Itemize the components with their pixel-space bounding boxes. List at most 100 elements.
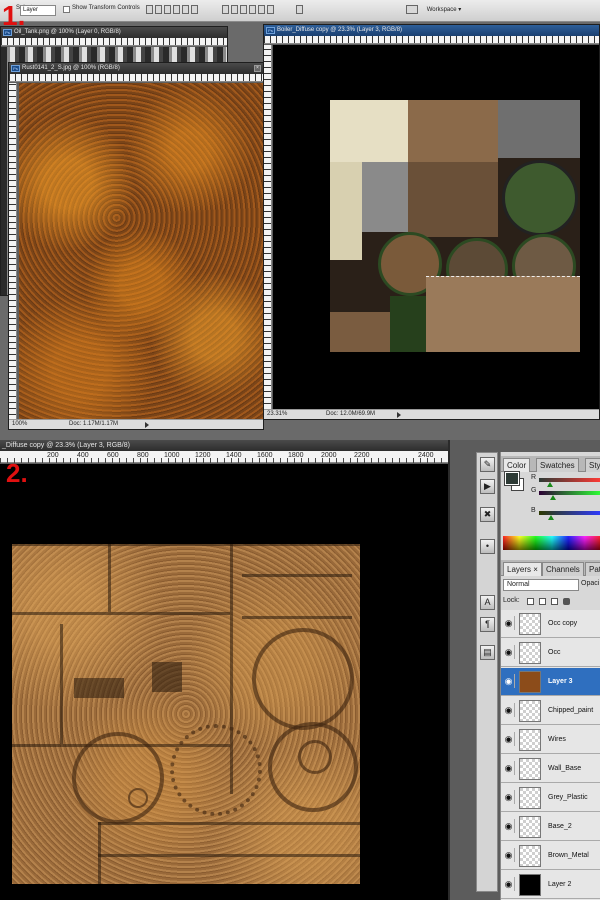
auto-align-icon[interactable] xyxy=(296,5,303,14)
brush-icon[interactable]: ✎ xyxy=(480,457,495,472)
layer-thumbnail xyxy=(519,845,541,867)
layer-row-occ[interactable]: ◉ Occ xyxy=(501,639,600,667)
stamp-icon[interactable]: • xyxy=(480,539,495,554)
blue-slider-thumb[interactable] xyxy=(548,515,555,520)
visibility-eye-icon[interactable]: ◉ xyxy=(503,877,515,891)
lock-position-icon[interactable] xyxy=(551,598,558,605)
layer-thumbnail xyxy=(519,671,541,693)
layer-name: Brown_Metal xyxy=(548,852,589,859)
visibility-eye-icon[interactable]: ◉ xyxy=(503,848,515,862)
visibility-eye-icon[interactable]: ◉ xyxy=(503,761,515,775)
tab-paths[interactable]: Pat xyxy=(585,562,600,576)
visibility-eye-icon[interactable]: ◉ xyxy=(503,790,515,804)
align-top-icon[interactable] xyxy=(146,5,153,14)
layer-row-grey-plastic[interactable]: ◉ Grey_Plastic xyxy=(501,784,600,812)
close-icon[interactable]: × xyxy=(254,65,261,72)
layer-name: Base_2 xyxy=(548,823,572,830)
distribute-right-icon[interactable] xyxy=(267,5,274,14)
lock-image-icon[interactable] xyxy=(539,598,546,605)
document-title-bar[interactable]: _Diffuse copy @ 23.3% (Layer 3, RGB/8) xyxy=(0,440,448,451)
tab-channels[interactable]: Channels xyxy=(542,562,584,576)
layer-row-brown-metal[interactable]: ◉ Brown_Metal xyxy=(501,842,600,870)
align-center-icon[interactable] xyxy=(182,5,189,14)
rust-doc-size: Doc: 1.17M/1.17M xyxy=(69,421,119,427)
blue-channel-slider[interactable] xyxy=(539,511,600,520)
tab-color[interactable]: Color xyxy=(503,458,531,472)
ruler-tick-label: 800 xyxy=(137,452,149,459)
rust-texture-document-window[interactable]: Ps Rust0141_2_S.jpg @ 100% (RGB/8) × 100… xyxy=(8,62,264,430)
layer-row-chipped-paint[interactable]: ◉ Chipped_paint xyxy=(501,697,600,725)
status-menu-arrow-icon[interactable] xyxy=(145,422,149,428)
visibility-eye-icon[interactable]: ◉ xyxy=(503,616,515,630)
type-icon[interactable]: A xyxy=(480,595,495,610)
lock-label: Lock: xyxy=(503,597,520,604)
auto-select-dropdown[interactable]: Layer xyxy=(20,5,56,16)
bridge-icon[interactable] xyxy=(406,5,418,14)
visibility-eye-icon[interactable]: ◉ xyxy=(503,645,515,659)
rust-overlay-selection xyxy=(426,276,580,352)
round-part-ring-1 xyxy=(72,732,164,824)
panel-dock-icons: ✎ ▶ ✖ • A ¶ ▤ xyxy=(476,452,498,892)
layers-comp-icon[interactable]: ▤ xyxy=(480,645,495,660)
layer-row-base-2[interactable]: ◉ Base_2 xyxy=(501,813,600,841)
foreground-color-swatch[interactable] xyxy=(504,471,520,486)
atlas-seam xyxy=(242,574,352,577)
wall-base-strip xyxy=(330,162,362,260)
layer-name: Grey_Plastic xyxy=(548,794,588,801)
channel-label-g: G xyxy=(531,487,537,494)
layer-row-layer-2[interactable]: ◉ Layer 2 xyxy=(501,871,600,899)
align-left-icon[interactable] xyxy=(173,5,180,14)
layer-row-layer-3[interactable]: ◉ Layer 3 xyxy=(501,668,600,696)
distribute-left-icon[interactable] xyxy=(249,5,256,14)
align-bottom-icon[interactable] xyxy=(164,5,171,14)
show-transform-checkbox[interactable] xyxy=(63,6,70,13)
red-slider-thumb[interactable] xyxy=(547,482,554,487)
visibility-eye-icon[interactable]: ◉ xyxy=(503,674,515,688)
tab-swatches[interactable]: Swatches xyxy=(536,458,579,472)
base-plate-tile xyxy=(330,312,390,352)
distribute-bottom-icon[interactable] xyxy=(240,5,247,14)
layer-row-wires[interactable]: ◉ Wires xyxy=(501,726,600,754)
tools-icon[interactable]: ✖ xyxy=(480,507,495,522)
workspace-menu-button[interactable]: Workspace ▾ xyxy=(424,5,464,16)
layer-row-occ-copy[interactable]: ◉ Occ copy xyxy=(501,610,600,638)
atlas-dark-block xyxy=(74,678,124,698)
screenshot-part-1: Select: Layer Show Transform Controls Wo… xyxy=(0,0,600,440)
paragraph-icon[interactable]: ¶ xyxy=(480,617,495,632)
visibility-eye-icon[interactable]: ◉ xyxy=(503,732,515,746)
green-slider-thumb[interactable] xyxy=(549,495,556,500)
grey-plastic-tile xyxy=(362,162,408,232)
blend-mode-dropdown[interactable]: Normal xyxy=(503,579,579,591)
distribute-top-icon[interactable] xyxy=(222,5,229,14)
channel-label-r: R xyxy=(531,474,537,481)
distribute-middle-icon[interactable] xyxy=(231,5,238,14)
ruler-tick-label: 1600 xyxy=(257,452,273,459)
rust-title-bar[interactable]: Ps Rust0141_2_S.jpg @ 100% (RGB/8) × xyxy=(9,63,263,74)
align-buttons xyxy=(146,5,198,15)
play-icon[interactable]: ▶ xyxy=(480,479,495,494)
lock-transparency-icon[interactable] xyxy=(527,598,534,605)
atlas-seam xyxy=(98,822,101,884)
distribute-center-icon[interactable] xyxy=(258,5,265,14)
red-channel-slider[interactable] xyxy=(539,478,600,487)
tab-styles[interactable]: Styl xyxy=(585,458,600,472)
channel-label-b: B xyxy=(531,507,536,514)
visibility-eye-icon[interactable]: ◉ xyxy=(503,703,515,717)
layer-row-wall-base[interactable]: ◉ Wall_Base xyxy=(501,755,600,783)
boiler-diffuse-document-window[interactable]: Ps Boiler_Diffuse copy @ 23.3% (Layer 3,… xyxy=(263,24,600,420)
document-canvas[interactable] xyxy=(0,464,448,900)
ruler-tick-label: 2200 xyxy=(354,452,370,459)
status-menu-arrow-icon[interactable] xyxy=(397,412,401,418)
visibility-eye-icon[interactable]: ◉ xyxy=(503,819,515,833)
color-spectrum-bar[interactable] xyxy=(503,536,600,550)
align-middle-icon[interactable] xyxy=(155,5,162,14)
layer-thumbnail xyxy=(519,874,541,896)
oil-tank-title-bar[interactable]: Ps Oil_Tank.png @ 100% (Layer 0, RGB/8) xyxy=(1,27,227,38)
align-right-icon[interactable] xyxy=(191,5,198,14)
lock-all-icon[interactable] xyxy=(563,598,570,605)
tab-layers[interactable]: Layers × xyxy=(503,562,542,576)
boiler-title-bar[interactable]: Ps Boiler_Diffuse copy @ 23.3% (Layer 3,… xyxy=(264,25,599,36)
green-channel-slider[interactable] xyxy=(539,491,600,500)
ruler-tick-label: 200 xyxy=(47,452,59,459)
layer-thumbnail xyxy=(519,787,541,809)
